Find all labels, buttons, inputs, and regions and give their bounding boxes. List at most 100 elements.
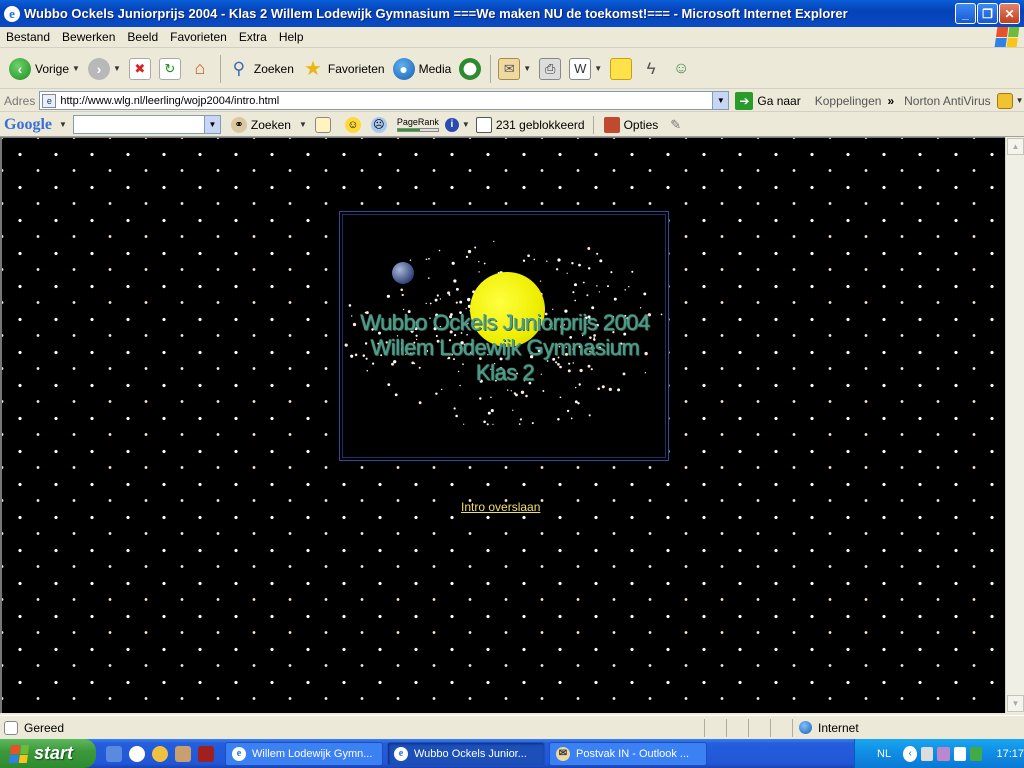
address-input[interactable]: e http://www.wlg.nl/leerling/wojp2004/in… [39, 91, 730, 110]
flash-star [557, 417, 560, 421]
menu-favorieten[interactable]: Favorieten [164, 30, 233, 44]
task-label: Postvak IN - Outlook ... [576, 747, 690, 760]
history-button[interactable] [456, 52, 484, 86]
quicklaunch-app-icon[interactable] [198, 745, 214, 762]
tray-expand-icon[interactable]: ‹ [903, 745, 918, 762]
discuss-button[interactable] [607, 52, 635, 86]
menu-extra[interactable]: Extra [233, 30, 273, 44]
go-button[interactable]: ➔ Ga naar [735, 91, 801, 110]
stop-button[interactable]: ✖ [126, 52, 154, 86]
back-button[interactable]: ‹ Vorige ▼ [6, 52, 83, 86]
search-button[interactable]: ⚲ Zoeken [225, 52, 297, 86]
menu-beeld[interactable]: Beeld [121, 30, 164, 44]
favorites-button[interactable]: ★ Favorieten [299, 52, 388, 86]
google-menu-dropdown-icon[interactable]: ▼ [59, 120, 67, 129]
status-cell [770, 718, 792, 737]
forward-button[interactable]: › ▼ [85, 52, 124, 86]
flash-star [566, 409, 570, 413]
favorites-star-icon: ★ [303, 58, 322, 80]
quicklaunch-desktop-icon[interactable] [106, 745, 122, 762]
links-chevron-icon[interactable]: » [887, 94, 894, 108]
flash-star [409, 259, 412, 261]
clock[interactable]: 17:17 [996, 748, 1024, 760]
print-button[interactable]: ⎙ [536, 52, 564, 86]
edit-button[interactable]: W ▼ [566, 52, 605, 86]
mail-dropdown-icon[interactable]: ▼ [523, 64, 531, 73]
info-icon[interactable]: i [444, 117, 459, 132]
flash-star [479, 397, 482, 400]
vertical-scrollbar[interactable]: ▲ ▼ [1005, 137, 1024, 713]
folder-icon[interactable] [314, 116, 331, 133]
tray-security-icon[interactable] [937, 746, 950, 761]
menu-bestand[interactable]: Bestand [0, 30, 56, 44]
quicklaunch-ie-icon[interactable] [129, 745, 145, 762]
binoculars-icon: ⚭ [230, 116, 247, 133]
task-button-wlg[interactable]: e Willem Lodewijk Gymn... [225, 741, 383, 766]
media-button[interactable]: ● Media [390, 52, 455, 86]
google-search-dropdown-icon[interactable]: ▼ [203, 116, 220, 133]
flash-intro-movie[interactable]: Wubbo Ockels Juniorprijs 2004 Willem Lod… [339, 211, 669, 461]
back-dropdown-icon[interactable]: ▼ [72, 64, 80, 73]
quicklaunch-outlook-icon[interactable] [175, 745, 191, 762]
research-button[interactable]: ϟ [637, 52, 665, 86]
flash-star [401, 293, 404, 297]
menu-bewerken[interactable]: Bewerken [56, 30, 121, 44]
flash-star [463, 423, 465, 425]
skip-intro-link[interactable]: Intro overslaan [461, 500, 540, 514]
forward-dropdown-icon[interactable]: ▼ [113, 64, 121, 73]
language-indicator[interactable]: NL [877, 748, 891, 760]
flash-star [586, 294, 589, 297]
google-options-button[interactable]: Opties [603, 116, 658, 133]
norton-label[interactable]: Norton AntiVirus [904, 94, 991, 108]
lightning-icon: ϟ [646, 58, 656, 78]
info-dropdown-icon[interactable]: ▼ [462, 120, 470, 129]
flash-star [643, 292, 647, 296]
start-button[interactable]: start [0, 739, 96, 768]
task-button-outlook[interactable]: ✉ Postvak IN - Outlook ... [549, 741, 707, 766]
task-button-wubbo[interactable]: e Wubbo Ockels Junior... [387, 741, 545, 766]
search-label: Zoeken [253, 61, 294, 76]
back-arrow-icon: ‹ [9, 57, 31, 80]
flash-star [546, 260, 548, 262]
flash-star [531, 422, 534, 425]
google-logo[interactable]: Google [4, 116, 52, 134]
internet-globe-icon [799, 721, 812, 734]
address-bar: Adres e http://www.wlg.nl/leerling/wojp2… [0, 90, 1024, 112]
refresh-button[interactable]: ↻ [156, 52, 184, 86]
tray-network-icon[interactable] [921, 746, 934, 761]
flash-star [493, 240, 495, 243]
menu-help[interactable]: Help [273, 30, 310, 44]
close-button[interactable]: ✕ [999, 3, 1020, 24]
minimize-button[interactable]: _ [955, 3, 976, 24]
edit-dropdown-icon[interactable]: ▼ [594, 64, 602, 73]
google-search-button[interactable]: ⚭ Zoeken ▼ [230, 116, 307, 133]
zone-label: Internet [818, 720, 859, 735]
sad-face-icon[interactable]: ☹ [370, 116, 387, 133]
scroll-up-icon[interactable]: ▲ [1007, 138, 1024, 155]
flash-star [486, 423, 489, 426]
flash-star [434, 298, 438, 302]
home-button[interactable]: ⌂ [186, 52, 214, 86]
tray-app-icon[interactable] [970, 746, 983, 761]
mail-button[interactable]: ✉ ▼ [495, 52, 534, 86]
links-label[interactable]: Koppelingen [815, 94, 882, 108]
google-search-input[interactable]: ▼ [72, 115, 221, 134]
address-url[interactable]: http://www.wlg.nl/leerling/wojp2004/intr… [60, 95, 712, 107]
quicklaunch-media-icon[interactable] [152, 745, 168, 762]
popup-blocker[interactable]: 231 geblokkeerd [475, 116, 585, 133]
flash-star [483, 262, 486, 265]
messenger-button[interactable]: ☺ [667, 52, 695, 86]
tray-volume-icon[interactable] [953, 746, 967, 761]
norton-icon[interactable] [996, 92, 1013, 109]
scroll-down-icon[interactable]: ▼ [1007, 695, 1024, 712]
flash-title-line-2: Willem Lodewijk Gymnasium [370, 335, 640, 360]
maximize-button[interactable]: ❐ [977, 3, 998, 24]
flash-star [348, 304, 352, 307]
address-dropdown-icon[interactable]: ▼ [712, 92, 729, 109]
highlight-pen-icon[interactable]: ✎ [670, 117, 681, 133]
flash-star [519, 418, 523, 421]
norton-dropdown-icon[interactable]: ▼ [1016, 96, 1024, 105]
google-search-dropdown[interactable]: ▼ [299, 120, 307, 129]
pagerank-indicator[interactable]: PageRank [396, 117, 439, 132]
smiley-icon[interactable]: ☺ [344, 116, 361, 133]
